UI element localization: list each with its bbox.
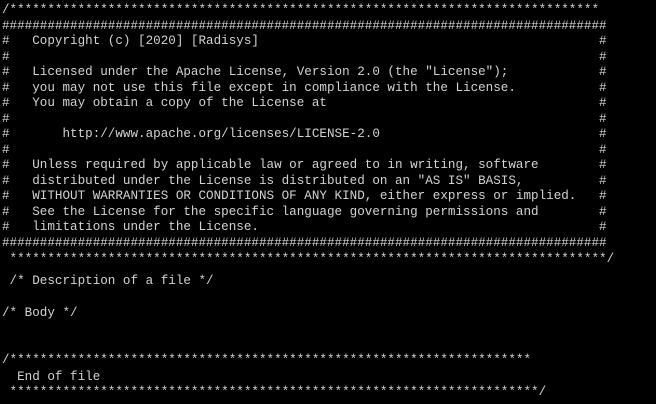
code-line-17: ****************************************… bbox=[2, 252, 615, 266]
code-line-24: End of file bbox=[2, 370, 101, 384]
code-line-12: # distributed under the License is distr… bbox=[2, 173, 607, 188]
code-line-15: # limitations under the License. # bbox=[2, 220, 607, 234]
code-line-13: # WITHOUT WARRANTIES OR CONDITIONS OF AN… bbox=[2, 189, 607, 203]
code-line-22 bbox=[2, 337, 656, 353]
code-line-1: /***************************************… bbox=[2, 3, 600, 17]
code-line-19 bbox=[2, 289, 656, 305]
code-line-7: # You may obtain a copy of the License a… bbox=[2, 96, 607, 110]
code-line-9: # http://www.apache.org/licenses/LICENSE… bbox=[2, 127, 607, 141]
code-line-18: /* Description of a file */ bbox=[2, 274, 214, 288]
code-line-25: ****************************************… bbox=[2, 385, 547, 399]
terminal-window[interactable]: /***************************************… bbox=[0, 0, 656, 404]
code-line-11: # Unless required by applicable law or a… bbox=[2, 158, 607, 172]
code-line-8: # # bbox=[2, 111, 607, 126]
code-line-20: /* Body */ bbox=[2, 306, 78, 320]
code-line-2: ########################################… bbox=[2, 18, 607, 33]
code-line-5: # Licensed under the Apache License, Ver… bbox=[2, 65, 607, 79]
code-line-10: # # bbox=[2, 142, 607, 157]
code-line-3: # Copyright (c) [2020] [Radisys] # bbox=[2, 34, 607, 48]
code-line-21 bbox=[2, 321, 656, 337]
code-line-23: /***************************************… bbox=[2, 353, 532, 367]
code-line-16: ########################################… bbox=[2, 235, 607, 250]
code-line-14: # See the License for the specific langu… bbox=[2, 204, 607, 219]
code-line-4: # # bbox=[2, 49, 607, 64]
code-line-6: # you may not use this file except in co… bbox=[2, 80, 607, 95]
